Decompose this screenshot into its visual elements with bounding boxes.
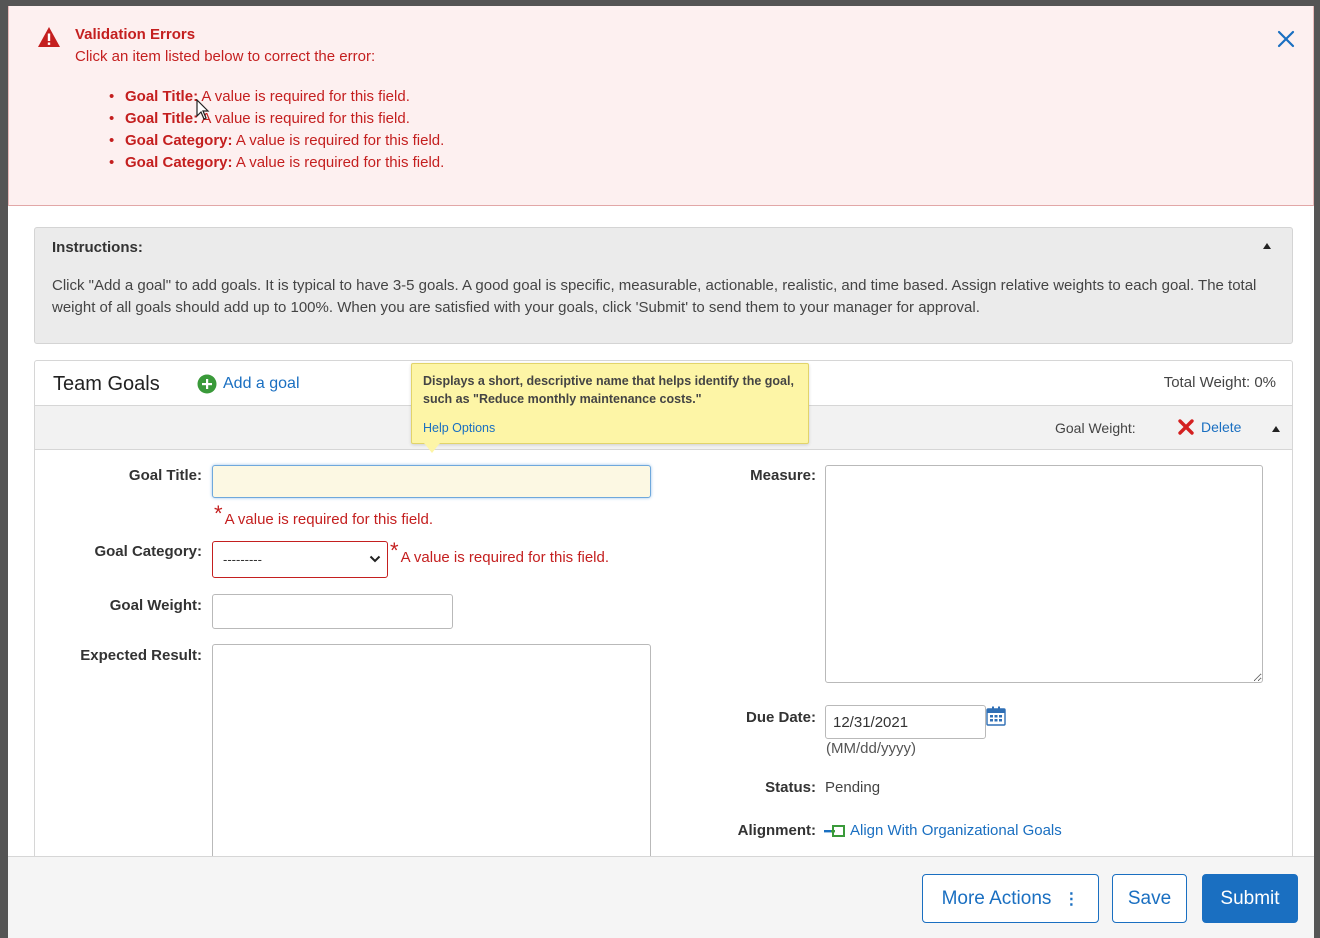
warning-icon: [38, 27, 60, 47]
alignment-icon: [824, 824, 845, 837]
goal-title-error: * A value is required for this field.: [214, 501, 434, 529]
error-field-name: Goal Title:: [125, 110, 199, 127]
expected-result-label: Expected Result:: [80, 647, 202, 664]
align-goals-link[interactable]: Align With Organizational Goals: [824, 822, 1062, 839]
add-goal-button[interactable]: Add a goal: [197, 374, 300, 394]
align-goals-label: Align With Organizational Goals: [850, 822, 1062, 839]
goal-title-error-text: A value is required for this field.: [224, 511, 434, 528]
more-actions-label: More Actions: [941, 887, 1052, 909]
goal-weight-summary-label: Goal Weight:: [1055, 420, 1136, 436]
due-date-format-hint: (MM/dd/yyyy): [826, 740, 916, 757]
collapse-caret-icon[interactable]: [1271, 425, 1281, 433]
due-date-input[interactable]: [825, 705, 986, 739]
chevron-down-icon: [369, 555, 381, 563]
goal-title-label: Goal Title:: [128, 467, 202, 484]
goal-weight-label: Goal Weight:: [109, 597, 202, 614]
delete-x-icon: [1178, 419, 1194, 435]
error-field-name: Goal Category:: [125, 154, 233, 171]
validation-error-item[interactable]: Goal Category: A value is required for t…: [109, 152, 444, 174]
validation-error-item[interactable]: Goal Title: A value is required for this…: [109, 86, 444, 108]
save-button[interactable]: Save: [1112, 874, 1187, 923]
validation-title: Validation Errors: [75, 26, 196, 43]
delete-goal-button[interactable]: Delete: [1177, 418, 1241, 436]
instructions-text: Click "Add a goal" to add goals. It is t…: [52, 277, 1257, 316]
goal-category-error: * A value is required for this field.: [390, 538, 610, 567]
team-goals-title: Team Goals: [53, 373, 160, 395]
error-message: A value is required for this field.: [198, 88, 410, 105]
error-message: A value is required for this field.: [198, 110, 410, 127]
expected-result-textarea[interactable]: [212, 644, 651, 860]
instructions-title: Instructions:: [52, 239, 143, 256]
more-actions-button[interactable]: More Actions ⋮: [922, 874, 1099, 923]
goal-weight-input[interactable]: [212, 594, 453, 629]
error-field-name: Goal Category:: [125, 132, 233, 149]
error-field-name: Goal Title:: [125, 88, 199, 105]
action-footer: More Actions ⋮ Save Submit: [8, 856, 1314, 938]
instructions-panel: Instructions: Click "Add a goal" to add …: [34, 227, 1293, 344]
required-asterisk-icon: *: [390, 538, 399, 563]
help-tooltip: Displays a short, descriptive name that …: [411, 363, 809, 444]
submit-button[interactable]: Submit: [1202, 874, 1298, 923]
validation-error-list: Goal Title: A value is required for this…: [109, 86, 444, 174]
plus-circle-icon: [197, 374, 217, 394]
goal-category-error-text: A value is required for this field.: [400, 549, 610, 566]
error-message: A value is required for this field.: [232, 154, 445, 171]
status-label: Status:: [765, 779, 816, 796]
tooltip-text: Displays a short, descriptive name that …: [423, 374, 794, 406]
delete-label: Delete: [1201, 419, 1242, 435]
measure-textarea[interactable]: [825, 465, 1263, 683]
required-asterisk-icon: *: [214, 501, 223, 526]
validation-error-item[interactable]: Goal Title: A value is required for this…: [109, 108, 444, 130]
tooltip-arrow: [424, 443, 440, 453]
measure-label: Measure:: [750, 467, 816, 484]
goal-title-input[interactable]: [212, 465, 651, 498]
goal-category-label: Goal Category:: [94, 543, 202, 560]
due-date-label: Due Date:: [745, 709, 816, 726]
calendar-icon[interactable]: [986, 706, 1006, 726]
more-vertical-icon: ⋮: [1063, 890, 1080, 908]
validation-subtitle: Click an item listed below to correct th…: [75, 48, 376, 65]
goal-category-select[interactable]: ---------: [212, 541, 388, 578]
collapse-caret-icon[interactable]: [1262, 242, 1272, 250]
add-goal-label: Add a goal: [223, 375, 300, 392]
total-weight: Total Weight: 0%: [1163, 374, 1276, 391]
alignment-label: Alignment:: [737, 822, 816, 839]
goal-category-value: ---------: [223, 552, 262, 567]
mouse-pointer-icon: [196, 99, 210, 120]
status-value: Pending: [825, 779, 881, 796]
help-options-link[interactable]: Help Options: [423, 421, 495, 435]
validation-error-item[interactable]: Goal Category: A value is required for t…: [109, 130, 444, 152]
close-icon[interactable]: [1273, 26, 1299, 52]
error-message: A value is required for this field.: [232, 132, 445, 149]
